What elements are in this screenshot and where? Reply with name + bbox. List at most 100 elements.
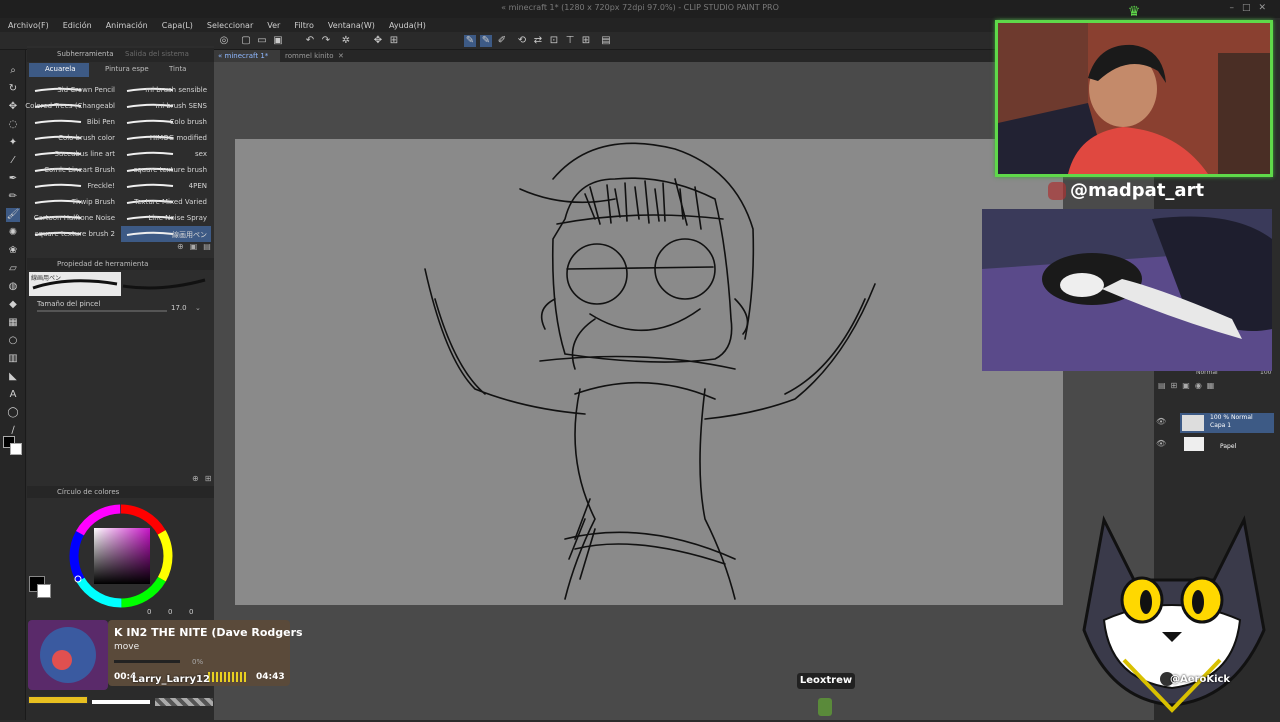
brush-item[interactable]: 4PEN: [121, 178, 211, 194]
document-tabs: « minecraft 1* rommel kinito ✕: [214, 50, 994, 62]
color-wheel[interactable]: [65, 500, 177, 612]
open-file-icon[interactable]: ▭: [256, 35, 268, 47]
layer-row-papel[interactable]: Papel: [1180, 435, 1274, 453]
brush-size-slider[interactable]: [37, 310, 167, 312]
ruler-icon[interactable]: ⊤: [564, 35, 576, 47]
edit-icon[interactable]: ✐: [496, 35, 508, 47]
brush-item[interactable]: 線画用ペン: [121, 226, 211, 242]
drawing-canvas[interactable]: [235, 139, 1063, 605]
brush-item[interactable]: Colo brush: [121, 114, 211, 130]
brush-icon[interactable]: 🖌: [6, 208, 20, 222]
window-title: « minecraft 1* (1280 x 720px 72dpi 97.0%…: [501, 3, 779, 12]
balloon-icon[interactable]: ◯: [6, 406, 20, 420]
brush-stroke-icon: [126, 183, 174, 188]
blend-icon[interactable]: ◍: [6, 280, 20, 294]
ruler-tool-icon[interactable]: ◣: [6, 370, 20, 384]
brush-item[interactable]: Colored Trees (Changeabl: [25, 98, 119, 114]
layer-visibility-icon-2[interactable]: 👁: [1156, 439, 1166, 448]
brush-item[interactable]: Cartoon Halftone Noise: [29, 210, 119, 226]
frame-icon[interactable]: ▥: [6, 352, 20, 366]
brush-item[interactable]: Succubus line art: [29, 146, 119, 162]
pen-mode-icon[interactable]: ✎: [464, 35, 476, 47]
save-icon[interactable]: ▣: [272, 35, 284, 47]
layer-name-papel: Papel: [1220, 443, 1237, 450]
instagram-icon: [1048, 182, 1066, 200]
transform-icon[interactable]: ✥: [372, 35, 384, 47]
tab-rommel-kinito[interactable]: rommel kinito: [285, 52, 334, 60]
tab-acuarela[interactable]: Acuarela: [29, 63, 89, 77]
brush-item[interactable]: Comic Lineart Brush: [29, 162, 119, 178]
tab-pintura-especial[interactable]: Pintura espe: [105, 65, 149, 73]
brush-item[interactable]: Line Noise Spray: [121, 210, 211, 226]
menu-edit[interactable]: Edición: [63, 21, 92, 30]
brush-label: Bibi Pen: [86, 118, 115, 126]
tab-tinta[interactable]: Tinta: [169, 65, 186, 73]
color-value-b: 0: [189, 608, 194, 616]
brush-item[interactable]: mi brush sensible: [121, 82, 211, 98]
lasso-icon[interactable]: ◌: [6, 118, 20, 132]
move-icon[interactable]: ✥: [6, 100, 20, 114]
menu-layer[interactable]: Capa(L): [162, 21, 193, 30]
brush-label: 線画用ペン: [172, 231, 207, 239]
song-bar-1: [28, 696, 88, 704]
eraser-icon[interactable]: ▱: [6, 262, 20, 276]
layer-visibility-icon[interactable]: 👁: [1156, 417, 1166, 426]
brush-item[interactable]: Freckle!: [29, 178, 119, 194]
brush-item[interactable]: square texture brush: [121, 162, 211, 178]
menu-view[interactable]: Ver: [267, 21, 280, 30]
close-tab-icon[interactable]: ✕: [338, 52, 344, 60]
menu-filter[interactable]: Filtro: [294, 21, 314, 30]
brush-item[interactable]: Texture Mixed Varied: [121, 194, 211, 210]
rotate-icon[interactable]: ⟲: [516, 35, 528, 47]
zoom-icon[interactable]: ⌕: [6, 64, 20, 78]
brush-size-value[interactable]: 17.0: [171, 304, 187, 312]
brush-label: Colo brush color: [58, 134, 115, 142]
fill-icon[interactable]: ◆: [6, 298, 20, 312]
grid-icon[interactable]: ⊞: [580, 35, 592, 47]
layer-tools[interactable]: ▤⊞▣◉▦: [1158, 381, 1276, 391]
brush-item[interactable]: Bibi Pen: [29, 114, 119, 130]
brush-item[interactable]: sex: [121, 146, 211, 162]
text-icon[interactable]: A: [6, 388, 20, 402]
gradient-icon[interactable]: ▦: [6, 316, 20, 330]
undo-icon[interactable]: ↶: [304, 35, 316, 47]
stabilizer-icon[interactable]: ✎: [480, 35, 492, 47]
app-icon[interactable]: ◎: [218, 35, 230, 47]
decoration-icon[interactable]: ❀: [6, 244, 20, 258]
eyedropper-icon[interactable]: ⁄: [6, 154, 20, 168]
pen-icon[interactable]: ✒: [6, 172, 20, 186]
new-file-icon[interactable]: ▢: [240, 35, 252, 47]
snap-icon[interactable]: ⊡: [548, 35, 560, 47]
figure-icon[interactable]: ○: [6, 334, 20, 348]
menu-help[interactable]: Ayuda(H): [389, 21, 426, 30]
redo-icon[interactable]: ↷: [320, 35, 332, 47]
brush-size-stepper-icon[interactable]: ⌄: [195, 304, 201, 312]
brush-item[interactable]: square texture brush 2: [29, 226, 119, 242]
menu-file[interactable]: Archivo(F): [8, 21, 49, 30]
brush-item[interactable]: HIMOG modified: [121, 130, 211, 146]
crop-icon[interactable]: ⊞: [388, 35, 400, 47]
brush-item[interactable]: mi brush SENS: [121, 98, 211, 114]
magic-wand-icon[interactable]: ✦: [6, 136, 20, 150]
loading-icon[interactable]: ✲: [340, 35, 352, 47]
brush-item[interactable]: Thwip Brush: [29, 194, 119, 210]
menu-window[interactable]: Ventana(W): [328, 21, 375, 30]
brush-label: mi brush sensible: [145, 86, 207, 94]
brush-list-actions[interactable]: ⊕▣▤: [177, 242, 217, 251]
sub-color-chip[interactable]: [37, 584, 51, 598]
airbrush-icon[interactable]: ✺: [6, 226, 20, 240]
settings-icon[interactable]: ▤: [600, 35, 612, 47]
brush-item[interactable]: Colo brush color: [29, 130, 119, 146]
window-controls[interactable]: –□✕: [1229, 3, 1274, 13]
menu-animation[interactable]: Animación: [106, 21, 148, 30]
rotate-view-icon[interactable]: ↻: [6, 82, 20, 96]
brush-item[interactable]: Sid Crown Pencil: [29, 82, 119, 98]
sub-color-swatch[interactable]: [10, 443, 22, 455]
layer-row-capa1[interactable]: 100 % Normal Capa 1: [1180, 413, 1274, 433]
pencil-icon[interactable]: ✏: [6, 190, 20, 204]
tab-minecraft[interactable]: « minecraft 1*: [214, 50, 280, 62]
cat-on-bed: [982, 209, 1272, 371]
brush-stroke-preview-dark: [122, 278, 206, 290]
menu-select[interactable]: Seleccionar: [207, 21, 253, 30]
flip-icon[interactable]: ⇄: [532, 35, 544, 47]
